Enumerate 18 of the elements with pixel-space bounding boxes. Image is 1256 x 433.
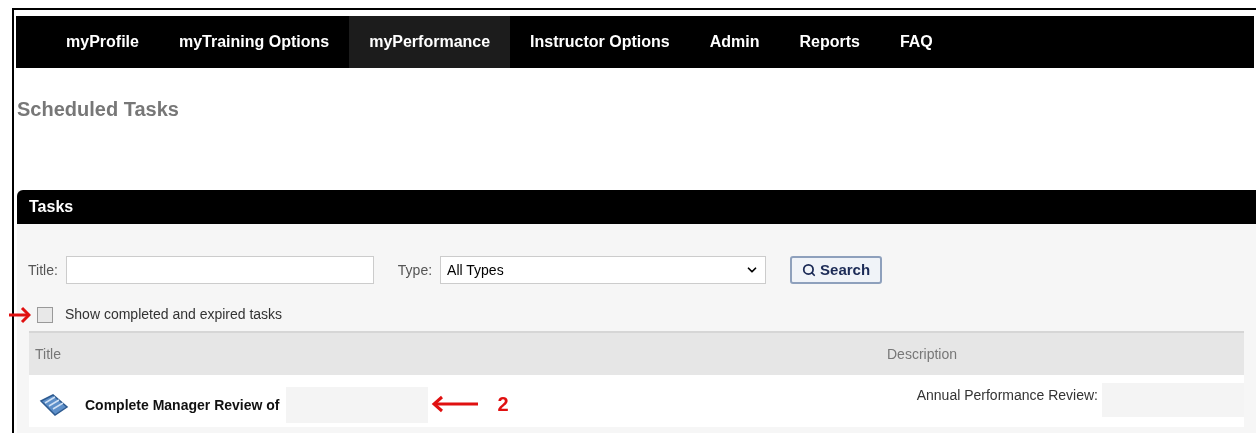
search-button[interactable]: Search xyxy=(790,256,883,284)
column-header: Description xyxy=(887,344,958,364)
title-field[interactable] xyxy=(65,256,374,284)
search-icon xyxy=(802,263,817,277)
title-label: Title: xyxy=(28,260,58,280)
annotation-arrow-icon xyxy=(429,394,480,414)
panel-header: Tasks xyxy=(17,190,1256,224)
show-completed-checkbox[interactable] xyxy=(37,306,53,323)
type-dropdown[interactable]: All Types xyxy=(440,256,767,284)
nav-tab[interactable]: myPerformance xyxy=(349,16,511,68)
task-title[interactable]: Complete Manager Review of xyxy=(85,395,280,416)
type-label: Type: xyxy=(397,260,433,280)
checkbox-label: Show completed and expired tasks xyxy=(65,305,283,324)
page-title: Scheduled Tasks xyxy=(17,97,180,122)
column-header: Title xyxy=(35,344,62,364)
book-icon xyxy=(39,393,69,417)
annotation-number: 2 xyxy=(497,392,509,417)
task-description: Annual Performance Review: xyxy=(916,386,1098,405)
